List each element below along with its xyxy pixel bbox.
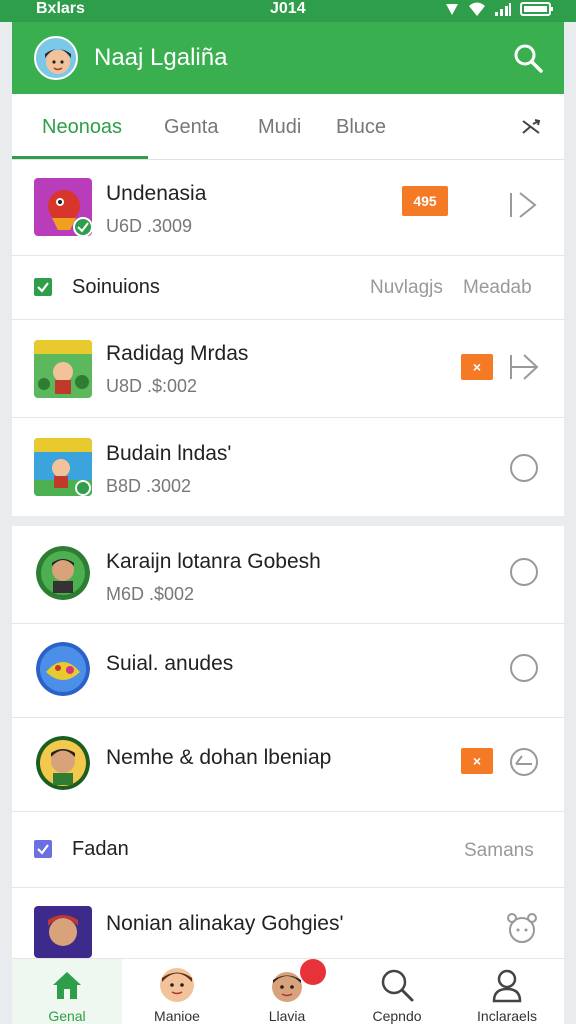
nav-profile[interactable]: Manioe xyxy=(122,959,232,1024)
search-icon[interactable] xyxy=(512,42,544,74)
item-price: M6D .$002 xyxy=(106,584,195,604)
item-price: U6D .3009 xyxy=(106,216,193,236)
radio-icon[interactable] xyxy=(508,452,540,489)
section-action[interactable]: Samans xyxy=(464,840,534,862)
status-icons xyxy=(444,1,554,22)
radio-icon[interactable] xyxy=(508,652,540,689)
item-title: Nemhe & dohan lbeniap xyxy=(106,746,332,769)
price-badge: 495 xyxy=(402,186,448,216)
status-badge: × xyxy=(461,354,493,380)
nav-label: Genal xyxy=(48,1008,86,1024)
nav-account[interactable]: Inclaraels xyxy=(452,959,562,1024)
undo-icon[interactable] xyxy=(508,746,540,783)
item-title: Karaijn lotanra Gobesh xyxy=(106,550,321,573)
status-carrier: Bxlars xyxy=(36,0,85,17)
app-thumbnail xyxy=(34,178,92,236)
list-item[interactable]: Nemhe & dohan lbeniap × xyxy=(12,718,564,812)
shuffle-icon[interactable] xyxy=(520,116,542,138)
tab-neonoas[interactable]: Neonoas xyxy=(42,116,122,139)
tab-bar: Neonoas Genta Mudi Bluce xyxy=(12,94,564,160)
face-icon[interactable] xyxy=(504,910,540,951)
location-icon xyxy=(444,1,460,22)
contact-avatar xyxy=(36,736,90,790)
app-thumbnail xyxy=(34,906,92,958)
contact-avatar xyxy=(36,642,90,696)
tab-mudi[interactable]: Mudi xyxy=(258,116,301,139)
item-price: U8D .$:002 xyxy=(106,376,198,396)
app-thumbnail xyxy=(34,340,92,398)
profile-avatar[interactable] xyxy=(34,36,78,80)
item-price: B8D .3002 xyxy=(106,476,192,496)
section-label: Fadan xyxy=(72,838,129,860)
nav-messages[interactable]: Llavia xyxy=(232,959,342,1024)
list-item[interactable]: Suial. anudes xyxy=(12,624,564,718)
tab-genta[interactable]: Genta xyxy=(164,116,218,139)
item-title: Suial. anudes xyxy=(106,652,234,675)
section-label: Soinuions xyxy=(72,276,160,298)
forward-icon[interactable] xyxy=(508,190,538,225)
filter-option[interactable]: Meadab xyxy=(463,277,532,299)
nav-label: Cepndo xyxy=(372,1008,422,1024)
avatar-icon xyxy=(159,967,195,1003)
app-bar: Naaj Lgaliña xyxy=(12,22,564,94)
notification-badge xyxy=(300,959,326,985)
list-item[interactable]: Karaijn lotanra Gobesh M6D .$002 xyxy=(12,526,564,624)
app-title: Naaj Lgaliña xyxy=(94,44,228,71)
home-icon xyxy=(49,967,85,1003)
list-item[interactable]: Budain lndas' B8D .3002 xyxy=(12,418,564,516)
list-card-primary: Undenasia U6D .3009 495 Soinuions Nuvlag… xyxy=(12,160,564,516)
status-badge: × xyxy=(461,748,493,774)
bottom-nav: Genal Manioe Llavia Cepndo Inclaraels xyxy=(12,958,564,1024)
list-item[interactable]: Nonian alinakay Gohgies' xyxy=(12,888,564,958)
battery-icon xyxy=(520,1,554,22)
list-card-secondary: Karaijn lotanra Gobesh M6D .$002 Suial. … xyxy=(12,526,564,958)
tab-bluce[interactable]: Bluce xyxy=(336,116,386,139)
contact-avatar xyxy=(36,546,90,600)
nav-label: Manioe xyxy=(154,1008,200,1024)
nav-label: Llavia xyxy=(268,1008,306,1024)
status-bar: Bxlars J014 xyxy=(0,0,576,22)
nav-label: Inclaraels xyxy=(477,1008,537,1024)
section-checkbox[interactable] xyxy=(34,278,52,296)
sort-option[interactable]: Nuvlagjs xyxy=(370,277,443,299)
nav-home[interactable]: Genal xyxy=(12,959,122,1024)
radio-icon[interactable] xyxy=(508,556,540,593)
status-time: J014 xyxy=(270,0,306,17)
item-title: Budain lndas' xyxy=(106,442,232,465)
item-title: Undenasia xyxy=(106,182,207,205)
item-title: Radidag Mrdas xyxy=(106,342,249,365)
forward-icon[interactable] xyxy=(508,352,540,387)
item-title: Nonian alinakay Gohgies' xyxy=(106,912,344,935)
section-header: Fadan Samans xyxy=(12,812,564,888)
person-icon xyxy=(489,967,525,1003)
nav-search[interactable]: Cepndo xyxy=(342,959,452,1024)
wifi-icon xyxy=(468,1,486,22)
list-item[interactable]: Undenasia U6D .3009 495 xyxy=(12,160,564,256)
signal-icon xyxy=(494,1,512,22)
section-checkbox[interactable] xyxy=(34,840,52,858)
tab-active-indicator xyxy=(12,156,148,159)
list-item[interactable]: Radidag Mrdas U8D .$:002 × xyxy=(12,320,564,418)
search-icon xyxy=(379,967,415,1003)
section-header: Soinuions Nuvlagjs Meadab xyxy=(12,256,564,320)
app-thumbnail xyxy=(34,438,92,496)
